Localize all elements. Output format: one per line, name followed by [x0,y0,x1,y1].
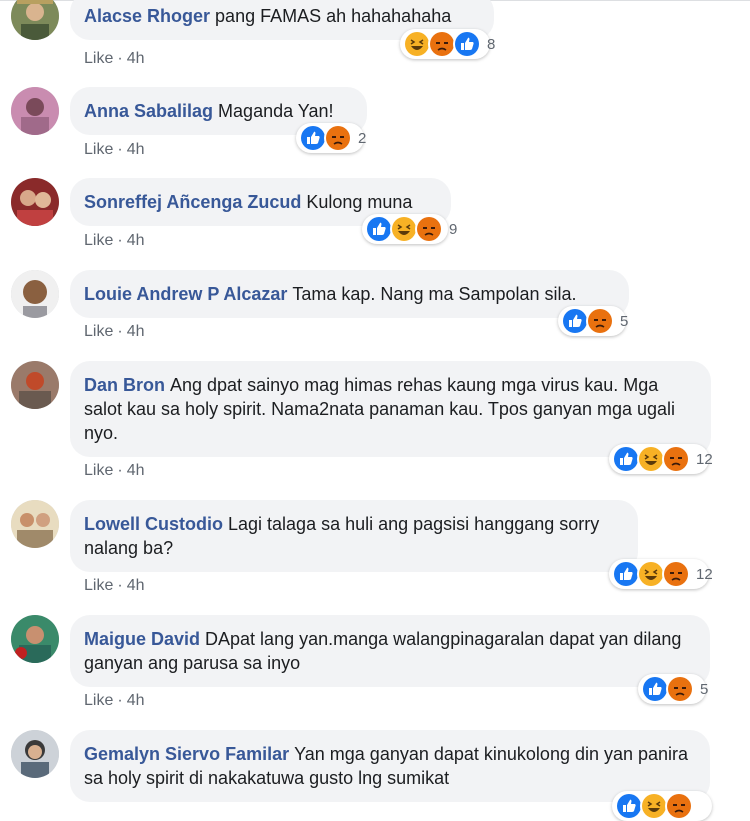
reaction-count: 5 [700,680,709,698]
comment-time[interactable]: 4h [127,462,145,479]
reaction-count: 5 [620,312,629,330]
haha-icon [637,560,665,588]
comment-author[interactable]: Sonreffej Añcenga Zucud [84,192,301,212]
reaction-count: 12 [696,565,713,583]
like-button[interactable]: Like [84,232,113,249]
reaction-count: 9 [449,220,458,238]
angry-icon [662,560,690,588]
like-icon [561,307,589,335]
haha-icon [403,30,431,58]
haha-icon [390,215,418,243]
reaction-summary[interactable]: 12 [609,444,713,474]
separator: · [117,323,123,340]
avatar[interactable] [11,87,59,135]
avatar[interactable] [11,615,59,663]
reaction-summary[interactable]: 5 [558,306,629,336]
reaction-summary[interactable]: 2 [296,123,367,153]
haha-icon [637,445,665,473]
angry-icon [666,675,694,703]
avatar[interactable] [11,270,59,318]
comment-time[interactable]: 4h [127,692,145,709]
comment-actions: Like · 4h [84,232,144,250]
separator: · [117,50,123,67]
comment-author[interactable]: Gemalyn Siervo Familar [84,744,289,764]
like-icon [641,675,669,703]
reaction-summary[interactable]: 8 [400,29,495,59]
comment-time[interactable]: 4h [127,323,145,340]
reaction-summary[interactable]: 9 [362,214,457,244]
comment-actions: Like · 4h [84,323,144,341]
angry-icon [586,307,614,335]
angry-icon [662,445,690,473]
like-button[interactable]: Like [84,577,113,594]
comment-actions: Like · 4h [84,462,144,480]
avatar[interactable] [11,0,59,40]
separator: · [117,692,123,709]
comment-author[interactable]: Maigue David [84,629,200,649]
like-icon [615,792,643,820]
comment-author[interactable]: Lowell Custodio [84,514,223,534]
reaction-count: 8 [487,35,496,53]
like-icon [612,445,640,473]
comment-author[interactable]: Alacse Rhoger [84,6,210,26]
like-button[interactable]: Like [84,462,113,479]
comment-actions: Like · 4h [84,50,144,68]
like-icon [299,124,327,152]
like-button[interactable]: Like [84,692,113,709]
comment-bubble: Gemalyn Siervo Familar Yan mga ganyan dap… [70,730,710,802]
reaction-count: 2 [358,129,367,147]
separator: · [117,577,123,594]
separator: · [117,462,123,479]
comment-text: pang FAMAS ah hahahahaha [215,6,452,26]
like-button[interactable]: Like [84,50,113,67]
comment-bubble: Lowell Custodio Lagi talaga sa huli ang p… [70,500,638,572]
like-icon [453,30,481,58]
like-button[interactable]: Like [84,323,113,340]
angry-icon [324,124,352,152]
avatar[interactable] [11,178,59,226]
reaction-count: 12 [696,450,713,468]
comment-actions: Like · 4h [84,692,144,710]
reaction-summary[interactable]: 12 [609,559,713,589]
separator: · [117,141,123,158]
avatar[interactable] [11,361,59,409]
comment-text: Kulong muna [306,192,413,212]
comment-time[interactable]: 4h [127,50,145,67]
angry-icon [415,215,443,243]
comment-time[interactable]: 4h [127,232,145,249]
comment-time[interactable]: 4h [127,141,145,158]
like-icon [365,215,393,243]
separator: · [117,232,123,249]
like-icon [612,560,640,588]
angry-icon [428,30,456,58]
comment-actions: Like · 4h [84,577,144,595]
reaction-summary[interactable]: 5 [638,674,709,704]
avatar[interactable] [11,730,59,778]
haha-icon [640,792,668,820]
comment-bubble: Maigue David DApat lang yan.manga walangp… [70,615,710,687]
comment-author[interactable]: Louie Andrew P Alcazar [84,284,287,304]
comment-actions: Like · 4h [84,141,144,159]
comment-text: Tama kap. Nang ma Sampolan sila. [292,284,577,304]
comment-bubble: Louie Andrew P Alcazar Tama kap. Nang ma … [70,270,629,318]
reaction-summary[interactable] [612,791,712,821]
comment-time[interactable]: 4h [127,577,145,594]
avatar[interactable] [11,500,59,548]
angry-icon [665,792,693,820]
comment-author[interactable]: Anna Sabalilag [84,101,213,121]
like-button[interactable]: Like [84,141,113,158]
comment-author[interactable]: Dan Bron [84,375,165,395]
comment-bubble: Dan Bron Ang dpat sainyo mag himas rehas … [70,361,711,457]
comment-text: Maganda Yan! [218,101,334,121]
comment-text: Ang dpat sainyo mag himas rehas kaung mg… [84,375,676,443]
